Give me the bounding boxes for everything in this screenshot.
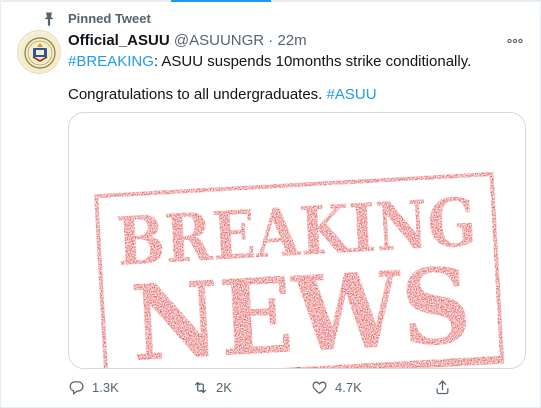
tweet-header: Official_ASUU @ASUUNGR · 22m <box>68 32 307 50</box>
separator-dot: · <box>268 32 274 49</box>
like-count: 4.7K <box>335 379 362 395</box>
tweet-text-line-1: #BREAKING: ASUU suspends 10months strike… <box>68 52 471 72</box>
display-name[interactable]: Official_ASUU <box>68 32 170 49</box>
pinned-indicator: Pinned Tweet <box>41 10 151 28</box>
heart-icon <box>312 381 327 394</box>
retweet-button[interactable]: 2K <box>192 376 232 398</box>
retweet-icon <box>194 381 207 393</box>
like-button[interactable]: 4.7K <box>311 376 362 398</box>
retweet-count: 2K <box>216 379 232 395</box>
hashtag-asuu[interactable]: #ASUU <box>327 86 377 103</box>
user-handle[interactable]: @ASUUNGR <box>174 32 264 49</box>
tweet-media[interactable]: BREAKING NEWS <box>68 112 526 369</box>
hashtag-breaking[interactable]: #BREAKING <box>68 53 154 70</box>
pin-icon <box>44 12 54 27</box>
asuu-logo-icon <box>20 33 60 73</box>
share-icon <box>436 379 449 394</box>
breaking-news-image: BREAKING NEWS <box>69 113 525 368</box>
tweet-timestamp[interactable]: 22m <box>277 32 306 49</box>
share-button[interactable] <box>434 376 458 398</box>
tweet-text-2: Congratulations to all undergraduates. <box>68 86 327 103</box>
tweet-container[interactable]: Pinned Tweet Official_ASUU @ASUUNGR · 22… <box>0 0 541 408</box>
pinned-label: Pinned Tweet <box>68 11 151 26</box>
reply-icon <box>69 380 84 395</box>
top-divider <box>1 0 541 2</box>
reply-count: 1.3K <box>92 379 119 395</box>
tweet-text-line-2: Congratulations to all undergraduates. #… <box>68 85 377 105</box>
tweet-actions: 1.3K 2K 4.7K <box>68 376 468 398</box>
tab-indicator <box>171 0 271 2</box>
reply-button[interactable]: 1.3K <box>68 376 119 398</box>
more-options-icon[interactable] <box>506 32 524 50</box>
tweet-text-1: : ASUU suspends 10months strike conditio… <box>153 53 472 70</box>
stamp-news-text: NEWS <box>128 243 474 368</box>
avatar[interactable] <box>17 30 61 74</box>
